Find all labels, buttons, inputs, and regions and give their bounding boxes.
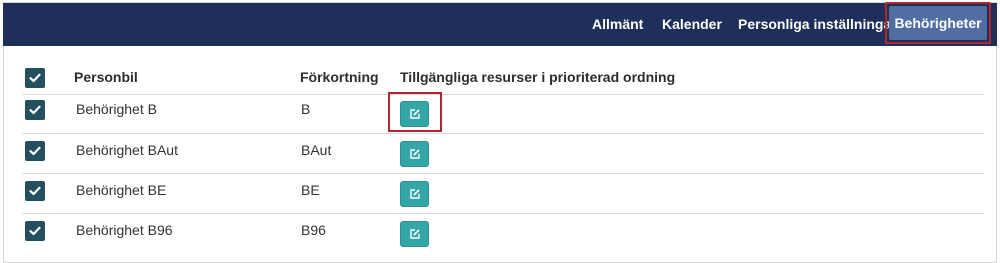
nav-item-calendar[interactable]: Kalender bbox=[662, 3, 722, 46]
row-checkbox[interactable] bbox=[25, 100, 45, 120]
row-divider bbox=[22, 213, 984, 214]
nav-item-personal-settings[interactable]: Personliga inställningar bbox=[738, 3, 897, 46]
edit-icon bbox=[409, 109, 420, 119]
nav-item-permissions-highlight: Behörigheter bbox=[885, 2, 991, 44]
edit-button[interactable] bbox=[400, 101, 429, 127]
edit-icon bbox=[409, 189, 420, 199]
row-divider bbox=[22, 133, 984, 134]
edit-button[interactable] bbox=[400, 181, 429, 207]
row-name: Behörighet BE bbox=[76, 182, 167, 198]
nav-item-permissions[interactable]: Behörigheter bbox=[889, 6, 987, 40]
column-header-resources: Tillgängliga resurser i prioriterad ordn… bbox=[400, 69, 676, 85]
checkmark-icon bbox=[29, 73, 41, 83]
row-abbreviation: B96 bbox=[301, 222, 326, 238]
edit-icon bbox=[409, 149, 420, 159]
checkmark-icon bbox=[29, 186, 41, 196]
header-divider bbox=[22, 94, 984, 95]
column-header-abbreviation: Förkortning bbox=[300, 69, 379, 85]
column-header-name: Personbil bbox=[74, 69, 138, 85]
row-checkbox[interactable] bbox=[25, 181, 45, 201]
select-all-checkbox[interactable] bbox=[25, 68, 45, 88]
checkmark-icon bbox=[29, 105, 41, 115]
row-checkbox[interactable] bbox=[25, 141, 45, 161]
edit-icon bbox=[409, 229, 420, 239]
checkmark-icon bbox=[29, 146, 41, 156]
row-name: Behörighet BAut bbox=[76, 142, 178, 158]
top-navigation: Allmänt Kalender Personliga inställninga… bbox=[3, 3, 997, 46]
row-name: Behörighet B bbox=[76, 101, 157, 117]
row-abbreviation: BE bbox=[301, 182, 320, 198]
row-name: Behörighet B96 bbox=[76, 222, 173, 238]
row-checkbox[interactable] bbox=[25, 221, 45, 241]
row-divider bbox=[22, 173, 984, 174]
nav-item-general[interactable]: Allmänt bbox=[592, 3, 643, 46]
edit-button[interactable] bbox=[400, 221, 429, 247]
checkmark-icon bbox=[29, 226, 41, 236]
edit-button[interactable] bbox=[400, 141, 429, 167]
row-abbreviation: BAut bbox=[301, 142, 332, 158]
row-abbreviation: B bbox=[301, 101, 311, 117]
